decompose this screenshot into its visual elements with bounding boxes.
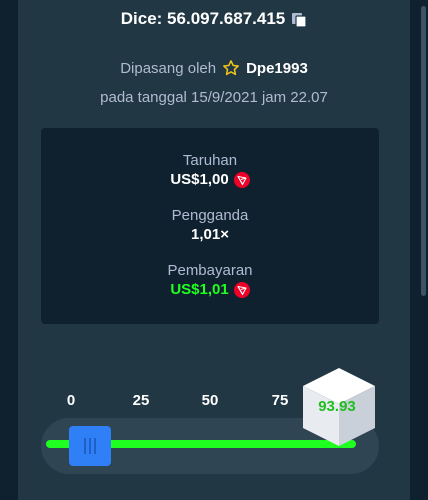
bet-amount-label: Taruhan	[182, 152, 238, 169]
slider-handle[interactable]	[69, 426, 111, 466]
payout-value-row: US$1,01	[41, 280, 379, 300]
multiplier-block: Pengganda 1,01×	[41, 207, 379, 245]
tick-label-75: 75	[271, 392, 289, 409]
bet-title: Dice: 56.097.687.415	[120, 9, 286, 28]
tick-label-25: 25	[132, 392, 150, 409]
payout-label: Pembayaran	[167, 262, 253, 279]
bet-info-card: Taruhan US$1,00 Pengganda 1,01× Pembayar…	[41, 128, 379, 324]
bet-amount-block: Taruhan US$1,00	[41, 152, 379, 190]
bet-amount-value-row: US$1,00	[41, 170, 379, 190]
tick-label-0: 0	[66, 392, 76, 409]
multiplier-value-row: 1,01×	[41, 225, 379, 245]
scrollbar[interactable]	[421, 6, 426, 296]
placed-by-row: Dipasang oleh Dpe1993	[18, 58, 410, 78]
handle-grip	[94, 438, 96, 454]
bet-amount-value: US$1,00	[170, 171, 229, 188]
handle-grip	[89, 438, 91, 454]
star-icon	[223, 60, 239, 76]
copy-icon[interactable]	[291, 12, 307, 28]
handle-grip	[84, 438, 86, 454]
multiplier-value: 1,01×	[191, 226, 229, 243]
username-link[interactable]: Dpe1993	[246, 60, 308, 77]
tick-label-50: 50	[201, 392, 219, 409]
result-value: 93.93	[318, 398, 356, 415]
payout-block: Pembayaran US$1,01	[41, 262, 379, 300]
placed-date: pada tanggal 15/9/2021 jam 22.07	[100, 89, 328, 106]
title-row: Dice: 56.097.687.415	[18, 8, 410, 30]
multiplier-label: Pengganda	[171, 207, 249, 224]
placed-by-label: Dipasang oleh	[120, 59, 217, 77]
tron-icon	[233, 282, 250, 298]
tron-icon	[233, 172, 250, 188]
payout-value: US$1,01	[170, 281, 229, 298]
bet-details-panel: Dice: 56.097.687.415 Dipasang oleh Dpe19…	[18, 0, 426, 500]
